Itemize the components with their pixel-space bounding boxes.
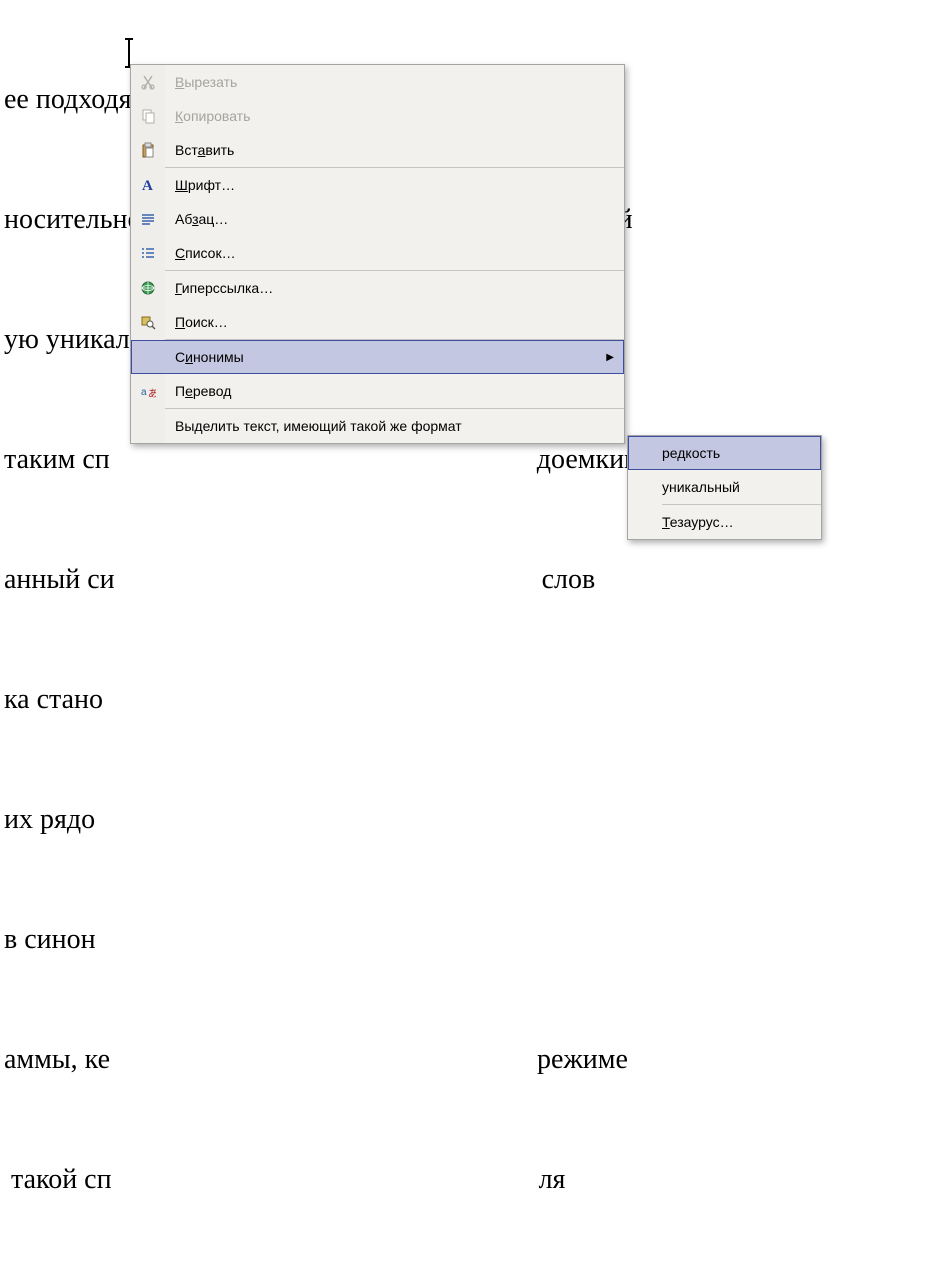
submenu-thesaurus[interactable]: Тезаурус… bbox=[628, 505, 821, 539]
menu-paragraph[interactable]: Абзац… bbox=[131, 202, 624, 236]
menu-paste[interactable]: Вставить bbox=[131, 133, 624, 167]
blank-icon bbox=[131, 340, 165, 374]
svg-text:A: A bbox=[142, 178, 153, 193]
menu-list[interactable]: Список… bbox=[131, 236, 624, 270]
menu-search[interactable]: Поиск… bbox=[131, 305, 624, 339]
menu-font-label: Шрифт… bbox=[165, 177, 624, 193]
paste-icon bbox=[131, 133, 165, 167]
menu-copy-label: Копировать bbox=[165, 108, 624, 124]
synonyms-submenu: редкость уникальный Тезаурус… bbox=[627, 435, 822, 540]
hyperlink-icon bbox=[131, 271, 165, 305]
synonym-option-1[interactable]: редкость bbox=[628, 436, 821, 470]
menu-search-label: Поиск… bbox=[165, 314, 624, 330]
menu-font[interactable]: A Шрифт… bbox=[131, 168, 624, 202]
menu-select-similar-formatting[interactable]: Выделить текст, имеющий такой же формат bbox=[131, 409, 624, 443]
svg-text:あ: あ bbox=[148, 388, 156, 399]
menu-select-similar-label: Выделить текст, имеющий такой же формат bbox=[165, 418, 624, 434]
menu-translate[interactable]: aあ Перевод bbox=[131, 374, 624, 408]
cut-icon bbox=[131, 65, 165, 99]
font-icon: A bbox=[131, 168, 165, 202]
blank-icon bbox=[131, 409, 165, 443]
menu-paste-label: Вставить bbox=[165, 142, 624, 158]
menu-synonyms[interactable]: Синонимы ▶ bbox=[131, 340, 624, 374]
menu-list-label: Список… bbox=[165, 245, 624, 261]
context-menu: Вырезать Копировать Вставить A Шрифт… Аб… bbox=[130, 64, 625, 444]
synonym-option-1-label: редкость bbox=[662, 445, 821, 461]
svg-text:a: a bbox=[141, 387, 147, 398]
submenu-thesaurus-label: Тезаурус… bbox=[662, 514, 821, 530]
menu-hyperlink-label: Гиперссылка… bbox=[165, 280, 624, 296]
submenu-arrow-icon: ▶ bbox=[606, 352, 614, 363]
menu-cut-label: Вырезать bbox=[165, 74, 624, 90]
translate-icon: aあ bbox=[131, 374, 165, 408]
menu-paragraph-label: Абзац… bbox=[165, 211, 624, 227]
paragraph-icon bbox=[131, 202, 165, 236]
menu-copy[interactable]: Копировать bbox=[131, 99, 624, 133]
search-icon bbox=[131, 305, 165, 339]
list-icon bbox=[131, 236, 165, 270]
copy-icon bbox=[131, 99, 165, 133]
synonym-option-2[interactable]: уникальный bbox=[628, 470, 821, 504]
menu-synonyms-label: Синонимы bbox=[165, 349, 606, 365]
synonym-option-2-label: уникальный bbox=[662, 479, 821, 495]
menu-translate-label: Перевод bbox=[165, 383, 624, 399]
menu-hyperlink[interactable]: Гиперссылка… bbox=[131, 271, 624, 305]
menu-cut[interactable]: Вырезать bbox=[131, 65, 624, 99]
